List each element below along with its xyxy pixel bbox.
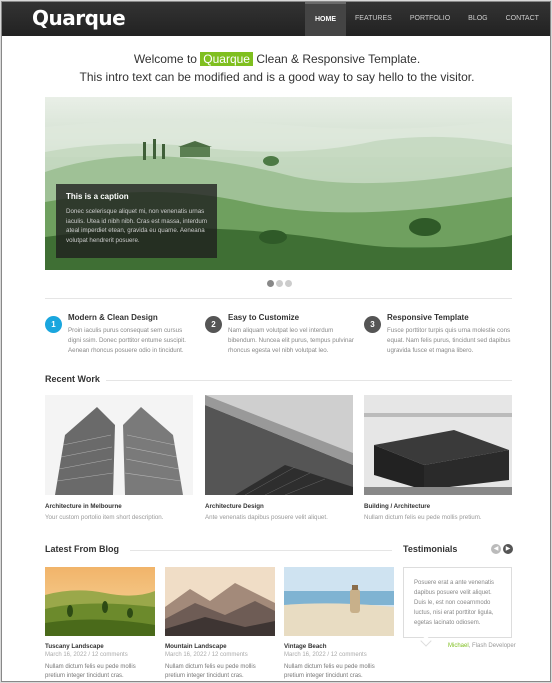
work-item-3[interactable]: Building / Architecture Nullam dictum fe… (364, 395, 512, 521)
feature-text: Fusce porttitor turpis quis urna molesti… (387, 327, 511, 354)
blog-image[interactable] (284, 567, 394, 636)
site-logo[interactable]: Quarque (32, 6, 126, 30)
intro-prefix: Welcome to (133, 52, 201, 66)
nav-features[interactable]: FEATURES (346, 2, 401, 36)
work-image[interactable] (45, 395, 193, 495)
feature-title: Responsive Template (387, 313, 469, 322)
author-role: , Flash Developer (468, 643, 516, 649)
intro-line-1: Welcome to Quarque Clean & Responsive Te… (2, 50, 550, 68)
work-image[interactable] (205, 395, 353, 495)
intro-highlight: Quarque (200, 52, 253, 66)
blog-excerpt: Nullam dictum felis eu pede mollis preti… (284, 664, 375, 679)
chevron-left-icon[interactable]: ◀ (491, 544, 501, 554)
work-title[interactable]: Architecture in Melbourne (45, 503, 193, 510)
blog-section-title: Latest From Blog (45, 544, 120, 554)
slider-dot-1[interactable] (267, 280, 274, 287)
testimonials-title: Testimonials (403, 544, 458, 554)
page-frame: Quarque HOME FEATURES PORTFOLIO BLOG CON… (1, 1, 551, 682)
testimonial-nav: ◀ ▶ (491, 544, 513, 554)
blog-image[interactable] (165, 567, 275, 636)
intro-text: Welcome to Quarque Clean & Responsive Te… (2, 50, 550, 86)
intro-suffix: Clean & Responsive Template. (252, 52, 421, 66)
testimonial-quote: Posuere erat a ante venenatis dapibus po… (403, 567, 512, 638)
work-image[interactable] (364, 395, 512, 495)
blog-post-3[interactable]: Vintage Beach March 16, 2022 / 12 commen… (284, 567, 394, 681)
blog-meta: March 16, 2022 / 12 comments (165, 652, 248, 658)
blog-title[interactable]: Tuscany Landscape (45, 643, 155, 650)
work-desc: Nullam dictum felis eu pede mollis preti… (364, 514, 482, 521)
feature-title: Easy to Customize (228, 313, 300, 322)
work-desc: Your custom portolio item short descript… (45, 514, 164, 521)
nav-blog[interactable]: BLOG (459, 2, 496, 36)
work-item-2[interactable]: Architecture Design Ante venenatis dapib… (205, 395, 353, 521)
slider-caption: This is a caption Donec scelerisque aliq… (56, 184, 217, 258)
nav-contact[interactable]: CONTACT (497, 2, 548, 36)
blog-title[interactable]: Vintage Beach (284, 643, 394, 650)
blog-post-2[interactable]: Mountain Landscape March 16, 2022 / 12 c… (165, 567, 275, 681)
feature-number: 3 (364, 316, 381, 333)
feature-title: Modern & Clean Design (68, 313, 158, 322)
work-desc: Ante venenatis dapibus posuere velit ali… (205, 514, 328, 521)
nav-portfolio[interactable]: PORTFOLIO (401, 2, 459, 36)
hero-slider[interactable]: This is a caption Donec scelerisque aliq… (45, 97, 512, 270)
caption-text: Donec scelerisque aliquet mi, non venena… (66, 208, 208, 244)
feature-text: Proin iaculis purus consequat sem cursus… (68, 327, 186, 354)
blog-excerpt: Nullam dictum felis eu pede mollis preti… (45, 664, 136, 679)
blog-excerpt: Nullam dictum felis eu pede mollis preti… (165, 664, 256, 679)
feature-number: 1 (45, 316, 62, 333)
intro-line-2: This intro text can be modified and is a… (79, 70, 475, 84)
slider-dot-3[interactable] (285, 280, 292, 287)
work-title[interactable]: Architecture Design (205, 503, 353, 510)
author-name: Michael (448, 643, 469, 649)
blog-post-1[interactable]: Tuscany Landscape March 16, 2022 / 12 co… (45, 567, 155, 681)
divider (45, 298, 512, 299)
main-nav: HOME FEATURES PORTFOLIO BLOG CONTACT (305, 2, 548, 36)
blog-meta: March 16, 2022 / 12 comments (284, 652, 367, 658)
chevron-right-icon[interactable]: ▶ (503, 544, 513, 554)
feature-text: Nam aliquam volutpat leo vel interdum bi… (228, 327, 354, 354)
blog-meta: March 16, 2022 / 12 comments (45, 652, 128, 658)
recent-work-title: Recent Work (45, 374, 100, 384)
testimonial-author: Michael, Flash Developer (448, 643, 516, 649)
caption-title: This is a caption (66, 192, 129, 201)
work-item-1[interactable]: Architecture in Melbourne Your custom po… (45, 395, 193, 521)
divider (106, 380, 512, 381)
slider-dot-2[interactable] (276, 280, 283, 287)
work-title[interactable]: Building / Architecture (364, 503, 512, 510)
nav-home[interactable]: HOME (305, 2, 346, 36)
top-bar: Quarque HOME FEATURES PORTFOLIO BLOG CON… (2, 2, 550, 36)
blog-image[interactable] (45, 567, 155, 636)
feature-number: 2 (205, 316, 222, 333)
blog-title[interactable]: Mountain Landscape (165, 643, 275, 650)
divider (130, 550, 392, 551)
slider-dots (267, 280, 292, 287)
